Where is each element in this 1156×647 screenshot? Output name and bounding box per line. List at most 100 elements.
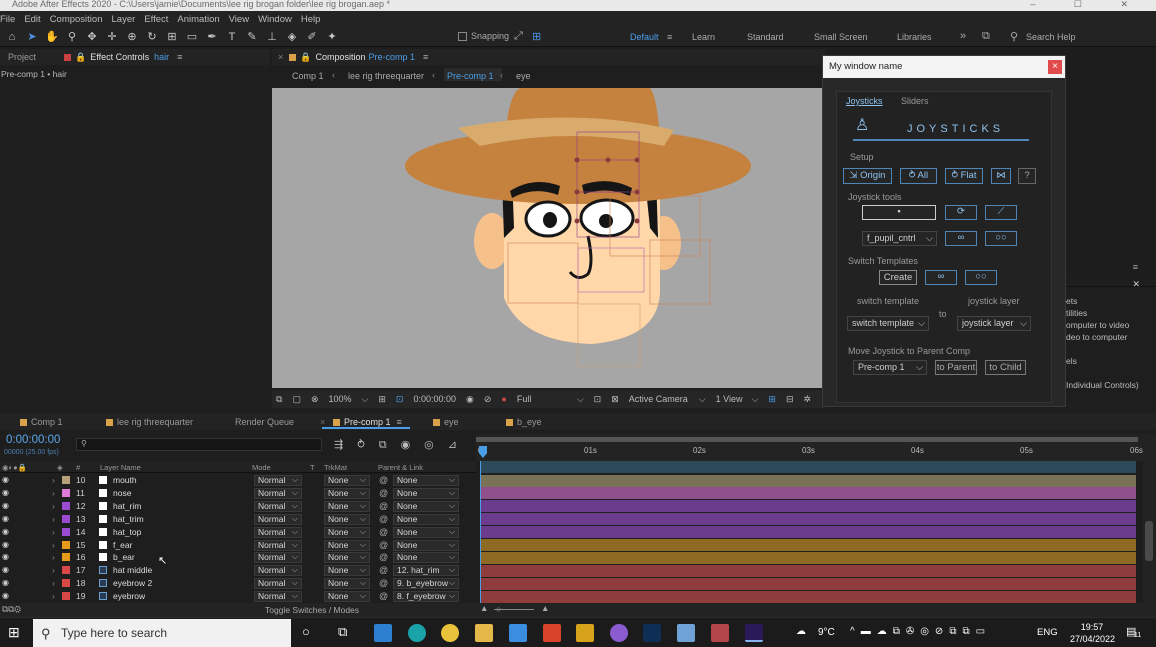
layer-duration-bar[interactable]: [481, 590, 1136, 603]
region-of-interest-icon[interactable]: ⊡: [396, 394, 404, 405]
layer-name[interactable]: nose: [113, 488, 131, 498]
window-controls[interactable]: – ☐ ✕: [1030, 0, 1146, 9]
lock-icon[interactable]: 🔒: [75, 52, 86, 63]
layer-label-color[interactable]: [62, 553, 70, 562]
create-button[interactable]: Create: [879, 270, 917, 285]
visibility-eye-icon[interactable]: ◉: [2, 552, 9, 561]
file-explorer-icon[interactable]: [475, 624, 493, 642]
breadcrumb-lee-rig[interactable]: lee rig threequarter: [348, 71, 424, 81]
pick-whip-icon[interactable]: @: [379, 540, 388, 550]
layer-mode-dropdown[interactable]: Normal: [254, 526, 302, 538]
snapping-checkbox[interactable]: [458, 32, 467, 41]
expand-chevron-icon[interactable]: ›: [52, 552, 55, 562]
template-unlink-button[interactable]: ○○: [965, 270, 997, 285]
effects-item[interactable]: tilities: [1066, 307, 1139, 319]
layer-parent-dropdown[interactable]: None: [393, 526, 459, 538]
mail-app-icon[interactable]: [374, 624, 392, 642]
zoom-in-icon[interactable]: ▲: [541, 603, 549, 613]
archive-app-icon[interactable]: [711, 624, 729, 642]
layer-name[interactable]: eyebrow: [113, 591, 145, 601]
zoom-tool-icon[interactable]: ⚲: [64, 30, 80, 44]
joystick-box-button[interactable]: ▪: [862, 205, 936, 220]
view-layout-dropdown[interactable]: 1 View: [716, 394, 752, 404]
menu-layer[interactable]: Layer: [112, 14, 136, 25]
expand-chevron-icon[interactable]: ›: [52, 578, 55, 588]
menu-view[interactable]: View: [229, 14, 249, 25]
magnification-dropdown[interactable]: 100%: [329, 394, 352, 404]
task-view-icon[interactable]: ⧉: [338, 624, 347, 640]
layer-trkmat-dropdown[interactable]: None: [324, 513, 370, 525]
store-app-icon[interactable]: [509, 624, 527, 642]
messenger-app-icon[interactable]: [610, 624, 628, 642]
timeline-switches-icons[interactable]: ⇶⥁⧉◉◎⊿: [334, 438, 471, 452]
all-button[interactable]: ⥁ All: [900, 168, 937, 184]
show-snapshot-icon[interactable]: ⊘: [484, 394, 492, 405]
layer-search-input[interactable]: ⚲: [76, 438, 322, 451]
comp-tab-name[interactable]: Pre-comp 1: [369, 52, 416, 62]
layer-row[interactable]: ◉ › 12 hat_rim Normal None @ None: [0, 500, 476, 513]
layer-parent-dropdown[interactable]: None: [393, 513, 459, 525]
layer-parent-dropdown[interactable]: 12. hat_rim: [393, 565, 459, 577]
layer-duration-bar[interactable]: [481, 513, 1136, 526]
menu-window[interactable]: Window: [258, 14, 292, 25]
panel-menu-icon[interactable]: ≡: [397, 417, 402, 427]
pick-whip-icon[interactable]: @: [379, 527, 388, 537]
layer-label-color[interactable]: [62, 592, 70, 601]
layer-parent-dropdown[interactable]: 9. b_eyebrow: [393, 578, 459, 590]
display-icon[interactable]: ▢: [292, 394, 301, 405]
layer-parent-dropdown[interactable]: None: [393, 539, 459, 551]
effects-item[interactable]: ets: [1066, 295, 1139, 307]
panel-menu-icon[interactable]: ≡: [1133, 262, 1138, 272]
layer-name[interactable]: b_ear: [113, 552, 135, 562]
workspace-small-screen[interactable]: Small Screen: [814, 32, 868, 42]
expand-chevron-icon[interactable]: ›: [52, 527, 55, 537]
layer-row[interactable]: ◉ › 13 hat_trim Normal None @ None: [0, 513, 476, 526]
layer-trkmat-dropdown[interactable]: None: [324, 500, 370, 512]
hand-tool-icon[interactable]: ✋: [44, 30, 60, 44]
close-tab-icon[interactable]: ×: [278, 52, 283, 62]
snap-grid-icon[interactable]: ⊞: [532, 30, 541, 43]
expand-chevron-icon[interactable]: ›: [52, 565, 55, 575]
office-app-icon[interactable]: [543, 624, 561, 642]
effects-item[interactable]: Individual Controls): [1066, 379, 1139, 391]
menu-animation[interactable]: Animation: [177, 14, 219, 25]
template-link-button[interactable]: ∞: [925, 270, 957, 285]
layer-mode-dropdown[interactable]: Normal: [254, 513, 302, 525]
joystick-control-dropdown[interactable]: f_pupil_cntrl ⌵: [862, 231, 937, 246]
joystick-layer-dropdown[interactable]: joystick layer ⌵: [957, 316, 1031, 331]
workspace-menu-icon[interactable]: ≡: [667, 32, 672, 42]
timeline-tab-eye[interactable]: eye: [433, 417, 459, 427]
layer-duration-bar[interactable]: [481, 500, 1136, 513]
layer-row[interactable]: ◉ › 19 eyebrow Normal None @8. f_eyebrow: [0, 590, 476, 603]
pick-whip-icon[interactable]: @: [379, 591, 388, 601]
visibility-eye-icon[interactable]: ◉: [2, 540, 9, 549]
layer-label-color[interactable]: [62, 488, 70, 497]
layer-row[interactable]: ◉ › 16 b_ear Normal None @ None: [0, 551, 476, 564]
pick-whip-icon[interactable]: @: [379, 501, 388, 511]
puppet-tool-icon[interactable]: ✦: [324, 30, 340, 44]
breadcrumb-eye[interactable]: eye: [516, 71, 531, 81]
weather-icon[interactable]: ☁: [796, 626, 806, 637]
layer-mode-dropdown[interactable]: Normal: [254, 591, 302, 603]
joystick-curve-button[interactable]: ⟳: [945, 205, 977, 220]
fast-preview-icon[interactable]: ⊡: [594, 394, 602, 405]
layer-duration-bar[interactable]: [481, 564, 1136, 577]
visibility-eye-icon[interactable]: ◉: [2, 578, 9, 587]
layer-row[interactable]: ◉ › 18 eyebrow 2 Normal None @9. b_eyebrow: [0, 577, 476, 590]
layer-row[interactable]: ◉ › 14 hat_top Normal None @ None: [0, 526, 476, 539]
layer-label-color[interactable]: [62, 566, 70, 575]
to-parent-button[interactable]: to Parent: [935, 360, 977, 375]
visibility-eye-icon[interactable]: ◉: [2, 527, 9, 536]
expand-chevron-icon[interactable]: ›: [52, 591, 55, 601]
workspace-libraries[interactable]: Libraries: [897, 32, 932, 42]
effects-item[interactable]: omputer to video: [1066, 319, 1139, 331]
visibility-eye-icon[interactable]: ◉: [2, 488, 9, 497]
workspace-default[interactable]: Default: [630, 32, 659, 42]
flat-button[interactable]: ⥁ Flat: [945, 168, 983, 184]
tab-joysticks[interactable]: Joysticks: [846, 96, 883, 106]
layer-label-color[interactable]: [62, 527, 70, 536]
layer-name[interactable]: f_ear: [113, 540, 132, 550]
taskbar-search-input[interactable]: ⚲ Type here to search: [33, 619, 291, 647]
effects-item[interactable]: deo to computer: [1066, 331, 1139, 343]
clock[interactable]: 19:57 27/04/2022: [1070, 621, 1115, 645]
